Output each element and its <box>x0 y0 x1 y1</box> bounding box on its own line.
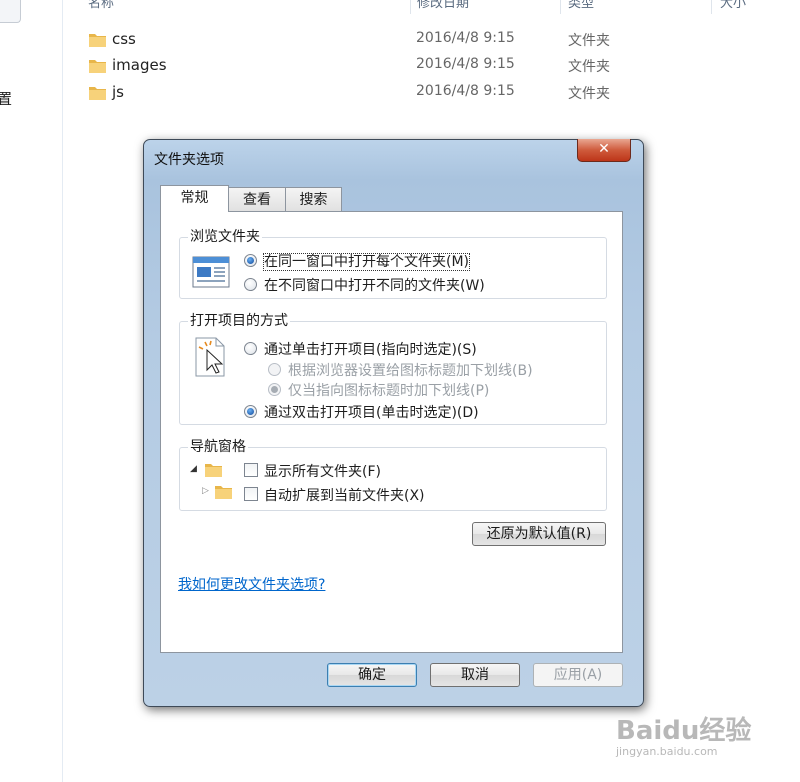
column-divider[interactable] <box>560 0 561 14</box>
file-type: 文件夹 <box>568 33 610 49</box>
collapsed-arrow-icon: ▷ <box>202 486 209 496</box>
show-all-folders-label: 显示所有文件夹(F) <box>264 464 381 480</box>
column-header-size[interactable]: 大小 <box>720 0 746 11</box>
file-row[interactable]: js 2016/4/8 9:15 文件夹 <box>86 81 626 105</box>
close-icon: ✕ <box>598 141 610 157</box>
double-click-option[interactable]: 通过双击打开项目(单击时选定)(D) <box>244 402 479 422</box>
tab-general[interactable]: 常规 <box>160 185 229 212</box>
underline-browser-radio[interactable] <box>268 363 281 376</box>
column-header-date[interactable]: 修改日期 <box>417 0 469 11</box>
file-name: js <box>112 83 124 101</box>
single-click-option[interactable]: 通过单击打开项目(指向时选定)(S) <box>244 339 477 359</box>
show-all-folders-checkbox[interactable] <box>244 463 258 477</box>
single-click-radio[interactable] <box>244 342 257 355</box>
browse-folders-group: 浏览文件夹 在同一窗口中打开每个文件夹(M) 在不同窗口中打开不同的文件夹(W) <box>179 226 607 299</box>
underline-point-radio[interactable] <box>268 383 281 396</box>
open-new-window-label: 在不同窗口中打开不同的文件夹(W) <box>264 278 485 294</box>
folder-icon <box>205 464 222 477</box>
window-icon <box>192 256 230 288</box>
file-type: 文件夹 <box>568 86 610 102</box>
auto-expand-checkbox[interactable] <box>244 487 258 501</box>
double-click-label: 通过双击打开项目(单击时选定)(D) <box>264 405 479 421</box>
tab-view[interactable]: 查看 <box>228 187 286 211</box>
column-divider[interactable] <box>410 0 411 14</box>
file-row[interactable]: css 2016/4/8 9:15 文件夹 <box>86 28 626 52</box>
file-date: 2016/4/8 9:15 <box>416 30 515 46</box>
navigation-pane-group: 导航窗格 ◢ ▷ 显示所有文件夹(F) 自动扩展到当前文件夹(X) <box>179 436 607 511</box>
column-header-name[interactable]: 名称 <box>88 0 114 11</box>
auto-expand-option[interactable]: 自动扩展到当前文件夹(X) <box>244 485 425 505</box>
watermark-logo: Baidu经验 <box>616 716 752 746</box>
click-items-title: 打开项目的方式 <box>188 310 290 330</box>
browse-folders-title: 浏览文件夹 <box>188 226 262 246</box>
underline-point-option[interactable]: 仅当指向图标标题时加下划线(P) <box>268 380 489 400</box>
underline-browser-label: 根据浏览器设置给图标标题加下划线(B) <box>288 363 533 379</box>
restore-defaults-button[interactable]: 还原为默认值(R) <box>472 522 606 546</box>
file-type: 文件夹 <box>568 59 610 75</box>
open-same-window-radio[interactable] <box>244 254 257 267</box>
folder-icon <box>89 87 106 100</box>
nav-scroll-button[interactable] <box>0 0 21 23</box>
cancel-button[interactable]: 取消 <box>430 663 520 687</box>
apply-button[interactable]: 应用(A) <box>533 663 623 687</box>
folder-icon <box>89 34 106 47</box>
tab-search[interactable]: 搜索 <box>285 187 342 211</box>
help-link[interactable]: 我如何更改文件夹选项? <box>178 574 325 594</box>
file-date: 2016/4/8 9:15 <box>416 83 515 99</box>
expanded-arrow-icon: ◢ <box>190 464 197 474</box>
open-new-window-option[interactable]: 在不同窗口中打开不同的文件夹(W) <box>244 275 485 295</box>
file-date: 2016/4/8 9:15 <box>416 56 515 72</box>
show-all-folders-option[interactable]: 显示所有文件夹(F) <box>244 461 381 481</box>
click-items-group: 打开项目的方式 通过单击打开项目(指向时选定)(S) 根据浏览器设置给图标标题加… <box>179 310 607 425</box>
file-name: images <box>112 56 167 74</box>
underline-point-label: 仅当指向图标标题时加下划线(P) <box>288 383 490 399</box>
navigation-pane: 置 <box>0 0 63 782</box>
underline-browser-option[interactable]: 根据浏览器设置给图标标题加下划线(B) <box>268 360 533 380</box>
double-click-radio[interactable] <box>244 405 257 418</box>
open-new-window-radio[interactable] <box>244 278 257 291</box>
open-same-window-option[interactable]: 在同一窗口中打开每个文件夹(M) <box>244 251 471 271</box>
file-name: css <box>112 30 136 48</box>
dialog-title: 文件夹选项 <box>154 152 224 168</box>
tab-panel-general: 浏览文件夹 在同一窗口中打开每个文件夹(M) 在不同窗口中打开不同的文件夹(W) <box>160 211 623 653</box>
folder-icon <box>89 60 106 73</box>
nav-item-label[interactable]: 置 <box>0 88 12 109</box>
single-click-label: 通过单击打开项目(指向时选定)(S) <box>264 342 477 358</box>
open-same-window-label: 在同一窗口中打开每个文件夹(M) <box>262 253 471 271</box>
navigation-pane-title: 导航窗格 <box>188 436 248 456</box>
cursor-click-icon <box>195 337 225 377</box>
ok-button[interactable]: 确定 <box>327 663 417 687</box>
baidu-watermark: Baidu经验 jingyan.baidu.com <box>616 710 751 758</box>
folder-options-dialog: 文件夹选项 ✕ 常规 查看 搜索 浏览文件夹 在同一窗口中打开每个文件夹(M) <box>143 139 644 707</box>
folder-icon <box>215 486 232 499</box>
close-button[interactable]: ✕ <box>577 139 631 162</box>
column-header-type[interactable]: 类型 <box>568 0 594 11</box>
auto-expand-label: 自动扩展到当前文件夹(X) <box>264 488 425 504</box>
file-row[interactable]: images 2016/4/8 9:15 文件夹 <box>86 54 626 78</box>
column-divider[interactable] <box>711 0 712 14</box>
